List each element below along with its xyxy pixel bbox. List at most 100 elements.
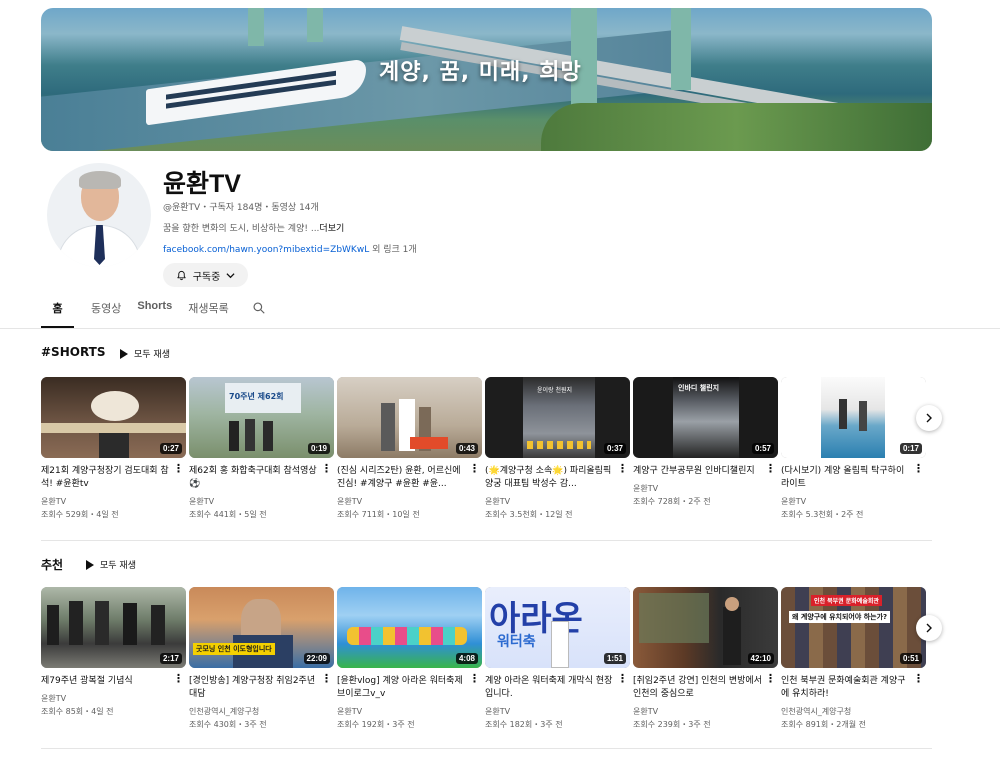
video-thumbnail[interactable]: 42:10 (633, 587, 778, 668)
video-card[interactable]: 윤이랑 천원지 0:37 (🌟계양구청 소속🌟) 파리올림픽 양궁 대표팀 박성… (485, 377, 630, 520)
video-card[interactable]: 0:43 (진심 시리즈2탄) 윤환, 어르신에 진심! #계양구 #윤환 #윤… (337, 377, 482, 520)
section-divider (41, 540, 932, 541)
more-options-icon[interactable]: ⋮ (765, 463, 776, 474)
more-options-icon[interactable]: ⋮ (321, 673, 332, 684)
tab-videos[interactable]: 동영상 (91, 300, 121, 326)
video-thumbnail[interactable]: 아라온 워터축 1:51 (485, 587, 630, 668)
banner-pillar (671, 8, 691, 90)
more-options-icon[interactable]: ⋮ (321, 463, 332, 474)
thumbnail-text: 굿모닝 인천 이도형입니다 (193, 643, 275, 655)
video-author[interactable]: 윤환TV (189, 496, 334, 507)
subscribe-label: 구독중 (192, 271, 221, 283)
video-card[interactable]: 2:17 제79주년 광복절 기념식 ⋮ 윤환TV 조회수 85회・4일 전 (41, 587, 186, 730)
shorts-play-all-button[interactable]: 모두 재생 (120, 347, 170, 360)
video-thumbnail[interactable]: 0:27 (41, 377, 186, 458)
tab-playlists[interactable]: 재생목록 (188, 300, 228, 326)
video-stats: 조회수 441회・5일 전 (189, 510, 267, 519)
video-author[interactable]: 윤환TV (781, 496, 926, 507)
video-stats: 조회수 182회・3주 전 (485, 720, 563, 729)
channel-meta: @윤환TV・구독자 184명・동영상 14개 (163, 203, 319, 213)
video-thumbnail[interactable]: 인천 북부권 문화예술회관 왜 계양구에 유치되어야 하는가? 0:51 (781, 587, 926, 668)
video-title[interactable]: 제21회 계양구청장기 검도대회 참석! #윤환tv (41, 465, 171, 491)
video-card[interactable]: 0:17 (다시보기) 계양 올림픽 탁구하이라이트 ⋮ 윤환TV 조회수 5.… (781, 377, 926, 520)
more-options-icon[interactable]: ⋮ (765, 673, 776, 684)
search-icon[interactable] (252, 301, 266, 315)
shorts-next-button[interactable] (916, 405, 942, 431)
video-author[interactable]: 윤환TV (41, 496, 186, 507)
thumbnail-text: 인천 북부권 문화예술회관 (811, 595, 882, 606)
video-duration: 0:57 (751, 443, 774, 454)
channel-avatar[interactable] (47, 163, 151, 267)
video-author[interactable]: 인천광역시_계양구청 (781, 706, 926, 717)
channel-name: 윤환TV (163, 170, 241, 198)
video-duration: 22:09 (303, 653, 330, 664)
video-thumbnail[interactable]: 70주년 제62회 0:19 (189, 377, 334, 458)
video-title[interactable]: (🌟계양구청 소속🌟) 파리올림픽 양궁 대표팀 박성수 감... (485, 465, 615, 491)
tab-home[interactable]: 홈 (41, 300, 74, 328)
video-title[interactable]: 계양 아라온 워터축제 개막식 현장입니다. (485, 675, 615, 701)
channel-link[interactable]: facebook.com/hawn.yoon?mibextid=ZbWKwL (163, 245, 369, 255)
more-options-icon[interactable]: ⋮ (469, 673, 480, 684)
video-card[interactable]: 굿모닝 인천 이도형입니다 22:09 [경인방송] 계양구청장 취임2주년 대… (189, 587, 334, 730)
video-stats: 조회수 728회・2주 전 (633, 497, 711, 506)
video-stats: 조회수 85회・4일 전 (41, 707, 114, 716)
video-thumbnail[interactable]: 윤이랑 천원지 0:37 (485, 377, 630, 458)
video-stats: 조회수 3.5천회・12일 전 (485, 510, 573, 519)
video-title[interactable]: [취임2주년 강연] 인천의 변방에서 인천의 중심으로 (633, 675, 763, 701)
channel-description[interactable]: 꿈을 향한 변화의 도시, 비상하는 계양! ...더보기 (163, 221, 344, 234)
video-thumbnail[interactable]: 굿모닝 인천 이도형입니다 22:09 (189, 587, 334, 668)
more-links-label[interactable]: 외 링크 1개 (372, 245, 417, 255)
thumbnail-text: 인바디 챌린지 (678, 384, 720, 392)
video-card[interactable]: 70주년 제62회 0:19 제62회 홍 화합축구대회 참석영상⚽ ⋮ 윤환T… (189, 377, 334, 520)
video-card[interactable]: 4:08 [윤환vlog] 계양 아라온 워터축제 브이로그v_v ⋮ 윤환TV… (337, 587, 482, 730)
video-duration: 0:19 (307, 443, 330, 454)
more-options-icon[interactable]: ⋮ (617, 673, 628, 684)
more-options-icon[interactable]: ⋮ (173, 673, 184, 684)
banner-pillar (248, 8, 264, 46)
more-link[interactable]: 더보기 (319, 224, 344, 234)
recommended-play-all-button[interactable]: 모두 재생 (86, 558, 136, 571)
video-thumbnail[interactable]: 0:43 (337, 377, 482, 458)
video-author[interactable]: 인천광역시_계양구청 (189, 706, 334, 717)
shorts-section-title: #SHORTS (41, 345, 106, 359)
video-card[interactable]: 아라온 워터축 1:51 계양 아라온 워터축제 개막식 현장입니다. ⋮ 윤환… (485, 587, 630, 730)
video-title[interactable]: [경인방송] 계양구청장 취임2주년 대담 (189, 675, 319, 701)
more-options-icon[interactable]: ⋮ (913, 463, 924, 474)
video-author[interactable]: 윤환TV (41, 693, 186, 704)
video-title[interactable]: 인천 북부권 문화예술회관 계양구에 유치하라! (781, 675, 911, 701)
video-author[interactable]: 윤환TV (633, 706, 778, 717)
video-thumbnail[interactable]: 2:17 (41, 587, 186, 668)
video-title[interactable]: (진심 시리즈2탄) 윤환, 어르신에 진심! #계양구 #윤환 #윤... (337, 465, 467, 491)
recommended-next-button[interactable] (916, 615, 942, 641)
video-title[interactable]: [윤환vlog] 계양 아라온 워터축제 브이로그v_v (337, 675, 467, 701)
more-options-icon[interactable]: ⋮ (469, 463, 480, 474)
video-title[interactable]: (다시보기) 계양 올림픽 탁구하이라이트 (781, 465, 911, 491)
video-card[interactable]: 42:10 [취임2주년 강연] 인천의 변방에서 인천의 중심으로 ⋮ 윤환T… (633, 587, 778, 730)
video-thumbnail[interactable]: 0:17 (781, 377, 926, 458)
more-options-icon[interactable]: ⋮ (617, 463, 628, 474)
video-title[interactable]: 제79주년 광복절 기념식 (41, 675, 171, 688)
tab-shorts[interactable]: Shorts (137, 300, 172, 322)
video-author[interactable]: 윤환TV (633, 483, 778, 494)
video-duration: 0:37 (603, 443, 626, 454)
more-options-icon[interactable]: ⋮ (913, 673, 924, 684)
video-thumbnail[interactable]: 인바디 챌린지 0:57 (633, 377, 778, 458)
subscribe-button[interactable]: 구독중 (163, 263, 248, 287)
video-title[interactable]: 제62회 홍 화합축구대회 참석영상⚽ (189, 465, 319, 491)
video-stats: 조회수 192회・3주 전 (337, 720, 415, 729)
video-stats: 조회수 5.3천회・2주 전 (781, 510, 864, 519)
video-card[interactable]: 0:27 제21회 계양구청장기 검도대회 참석! #윤환tv ⋮ 윤환TV 조… (41, 377, 186, 520)
video-stats: 조회수 529회・4일 전 (41, 510, 119, 519)
video-author[interactable]: 윤환TV (485, 706, 630, 717)
video-author[interactable]: 윤환TV (337, 496, 482, 507)
video-author[interactable]: 윤환TV (485, 496, 630, 507)
video-card[interactable]: 인바디 챌린지 0:57 계양구 간부공무원 인바디챌린지 ⋮ 윤환TV 조회수… (633, 377, 778, 520)
video-duration: 0:27 (159, 443, 182, 454)
video-duration: 4:08 (455, 653, 478, 664)
video-card[interactable]: 인천 북부권 문화예술회관 왜 계양구에 유치되어야 하는가? 0:51 인천 … (781, 587, 926, 730)
thumbnail-text: 왜 계양구에 유치되어야 하는가? (789, 611, 891, 623)
video-thumbnail[interactable]: 4:08 (337, 587, 482, 668)
video-title[interactable]: 계양구 간부공무원 인바디챌린지 (633, 465, 763, 478)
more-options-icon[interactable]: ⋮ (173, 463, 184, 474)
video-author[interactable]: 윤환TV (337, 706, 482, 717)
